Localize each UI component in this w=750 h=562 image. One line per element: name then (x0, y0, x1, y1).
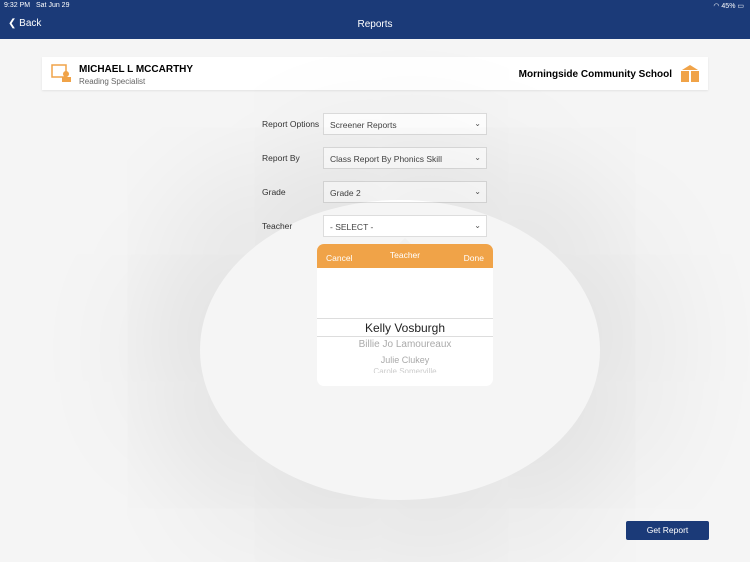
report-by-row: Report By Class Report By Phonics Skill ⌄ (262, 147, 487, 169)
report-by-value: Class Report By Phonics Skill (330, 154, 442, 164)
chevron-down-icon: ⌄ (474, 153, 481, 162)
report-options-value: Screener Reports (330, 120, 397, 130)
school-book-icon (681, 65, 699, 82)
nav-bar: 9:32 PM Sat Jun 29 ◠ 45% ▭ ❮ Back Report… (0, 0, 750, 39)
status-time: 9:32 PM (4, 2, 31, 9)
teacher-picker-popover: Cancel Teacher Done Kelly Vosburgh Billi… (317, 244, 493, 386)
user-name: MICHAEL L MCCARTHY (79, 64, 194, 75)
grade-value: Grade 2 (330, 188, 361, 198)
chevron-down-icon: ⌄ (474, 187, 481, 196)
picker-option-selected[interactable]: Kelly Vosburgh (317, 321, 493, 335)
grade-row: Grade Grade 2 ⌄ (262, 181, 487, 203)
page-title: Reports (357, 19, 393, 30)
battery-percent: 45% (721, 3, 736, 10)
picker-header: Cancel Teacher Done (317, 244, 493, 268)
battery-indicator: ◠ 45% ▭ (713, 2, 744, 10)
picker-option[interactable]: Billie Jo Lamoureaux (317, 339, 493, 350)
grade-label: Grade (262, 187, 286, 197)
user-role: Reading Specialist (79, 77, 146, 86)
status-date: Sat Jun 29 (36, 2, 70, 9)
report-by-label: Report By (262, 153, 300, 163)
report-options-row: Report Options Screener Reports ⌄ (262, 113, 487, 135)
report-by-select[interactable]: Class Report By Phonics Skill ⌄ (323, 147, 487, 169)
picker-option[interactable]: Julie Clukey (317, 355, 493, 365)
chevron-down-icon: ⌄ (474, 119, 481, 128)
picker-option[interactable]: Carole Somerville (317, 367, 493, 373)
battery-icon: ▭ (737, 3, 744, 10)
teacher-icon (51, 64, 71, 82)
done-button[interactable]: Done (464, 253, 484, 263)
get-report-button[interactable]: Get Report (626, 521, 709, 540)
school-name: Morningside Community School (518, 69, 672, 80)
user-card: MICHAEL L MCCARTHY Reading Specialist Mo… (42, 57, 708, 90)
report-options-select[interactable]: Screener Reports ⌄ (323, 113, 487, 135)
report-options-label: Report Options (262, 119, 320, 129)
